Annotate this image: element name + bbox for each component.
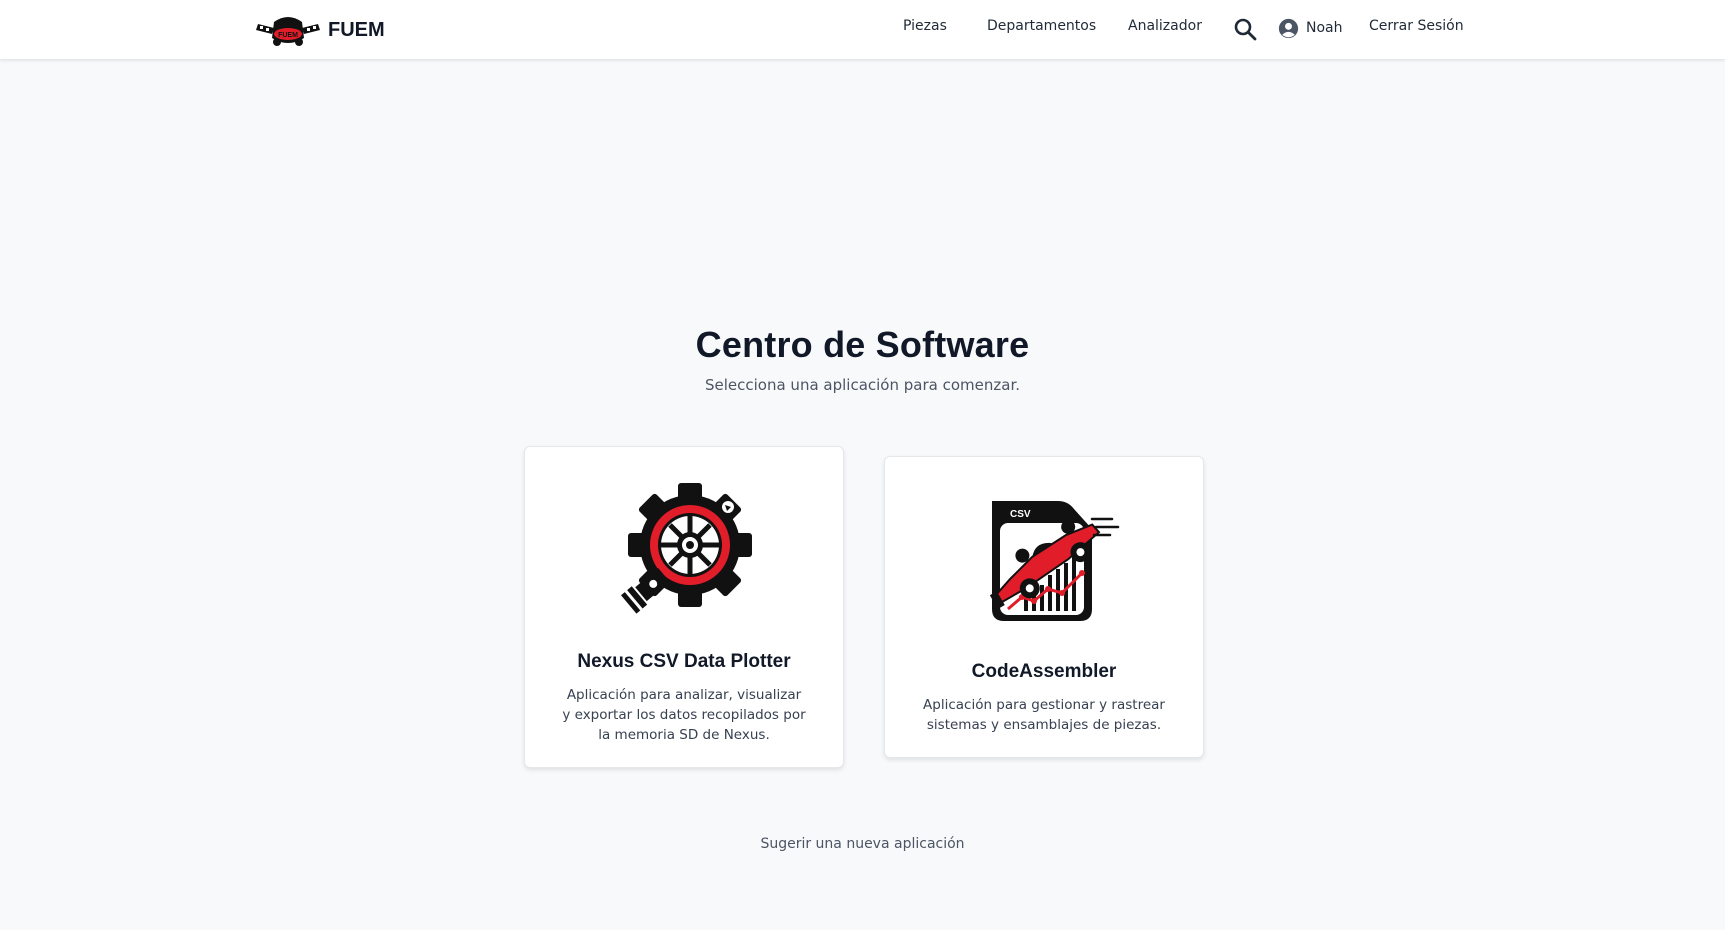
search-icon[interactable] xyxy=(1233,17,1257,41)
gear-wheel-icon xyxy=(621,483,752,614)
nav-link-departamentos[interactable]: Departamentos xyxy=(987,18,1096,34)
app-description: Aplicación para gestionar y rastrear sis… xyxy=(923,697,1165,733)
user-menu[interactable]: Noah xyxy=(1278,17,1343,39)
user-name: Noah xyxy=(1306,20,1343,36)
page-subtitle: Selecciona una aplicación para comenzar. xyxy=(704,376,1020,394)
brand-name: FUEM xyxy=(328,18,385,41)
fuem-logo-icon: FUEM xyxy=(256,17,320,46)
app-description: Aplicación para analizar, visualizar y e… xyxy=(562,687,806,743)
csv-racecar-chart-icon: CSV xyxy=(989,501,1120,621)
user-circle-icon xyxy=(1278,18,1299,38)
app-card-nexus-csv-data-plotter[interactable]: Nexus CSV Data Plotter Aplicación para a… xyxy=(524,446,844,768)
suggest-app-link[interactable]: Sugerir una nueva aplicación xyxy=(0,836,1725,852)
app-card-codeassembler[interactable]: CSV CodeAssembler Aplicación para gestio… xyxy=(884,456,1204,758)
svg-text:FUEM: FUEM xyxy=(278,32,298,39)
top-navbar: FUEM FUEM Piezas Departamentos Analizado… xyxy=(0,0,1725,60)
nav-link-piezas[interactable]: Piezas xyxy=(903,18,947,34)
svg-text:CSV: CSV xyxy=(1010,509,1031,520)
nav-link-analizador[interactable]: Analizador xyxy=(1128,18,1202,34)
logout-link[interactable]: Cerrar Sesión xyxy=(1369,18,1464,34)
app-title: CodeAssembler xyxy=(971,661,1117,682)
brand-home-link[interactable]: FUEM FUEM xyxy=(256,8,385,52)
app-title: Nexus CSV Data Plotter xyxy=(577,651,791,672)
page-title: Centro de Software xyxy=(695,324,1030,365)
